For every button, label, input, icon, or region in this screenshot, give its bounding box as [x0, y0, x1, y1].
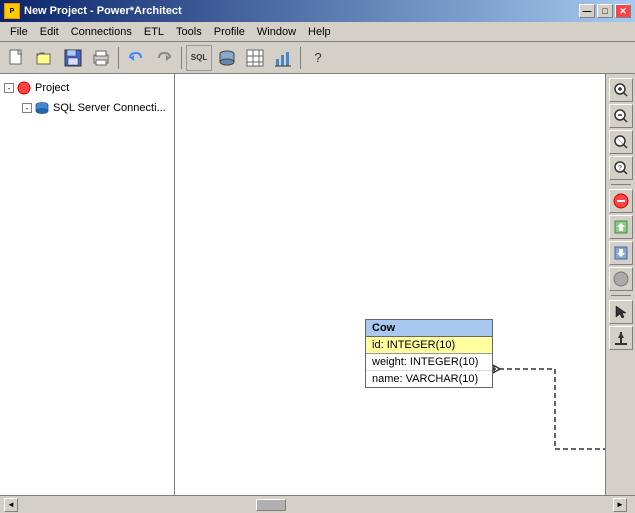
zoom-in-button[interactable]	[609, 78, 633, 102]
scroll-thumb[interactable]	[256, 499, 286, 511]
window-title: New Project - Power*Architect	[24, 5, 579, 17]
er-table-cow-field-weight: weight: INTEGER(10)	[366, 354, 492, 371]
menu-file[interactable]: File	[4, 24, 34, 40]
toolbar-chart-button[interactable]	[270, 45, 296, 71]
relationship-lines	[175, 74, 605, 495]
green-circle-button[interactable]	[609, 267, 633, 291]
right-sep1	[611, 184, 631, 185]
toolbar-help-button[interactable]: ?	[305, 45, 331, 71]
menu-tools[interactable]: Tools	[170, 24, 208, 40]
import-button[interactable]	[609, 241, 633, 265]
zoom-fit-button[interactable]	[609, 130, 633, 154]
er-table-cow-field-name: name: VARCHAR(10)	[366, 371, 492, 387]
toolbar-sep2	[181, 47, 182, 69]
window-controls: — □ ✕	[579, 4, 631, 18]
app-icon: P	[4, 3, 20, 19]
toolbar-sep1	[118, 47, 119, 69]
right-sep2	[611, 295, 631, 296]
menu-profile[interactable]: Profile	[208, 24, 251, 40]
tree-label-sqlserver: SQL Server Connecti...	[53, 102, 166, 114]
cursor-button[interactable]	[609, 300, 633, 324]
minimize-button[interactable]: —	[579, 4, 595, 18]
maximize-button[interactable]: □	[597, 4, 613, 18]
toolbar-undo-button[interactable]	[123, 45, 149, 71]
er-table-cow[interactable]: Cow id: INTEGER(10) weight: INTEGER(10) …	[365, 319, 493, 388]
right-tools-panel: ?	[605, 74, 635, 495]
toolbar: SQL ?	[0, 42, 635, 74]
status-bar: ◄ ►	[0, 495, 635, 513]
main-content: - Project - SQL Server Connecti...	[0, 74, 635, 495]
close-button[interactable]: ✕	[615, 4, 631, 18]
toolbar-open-button[interactable]	[32, 45, 58, 71]
tree-item-sqlserver[interactable]: - SQL Server Connecti...	[4, 98, 170, 118]
tree-item-project[interactable]: - Project	[4, 78, 170, 98]
toolbar-db-button[interactable]	[214, 45, 240, 71]
scroll-left-button[interactable]: ◄	[4, 498, 18, 512]
title-bar: P New Project - Power*Architect — □ ✕	[0, 0, 635, 22]
tree-label-project: Project	[35, 82, 69, 94]
menu-help[interactable]: Help	[302, 24, 337, 40]
toolbar-print-button[interactable]	[88, 45, 114, 71]
toolbar-redo-button[interactable]	[151, 45, 177, 71]
toolbar-new-button[interactable]	[4, 45, 30, 71]
project-tree: - Project - SQL Server Connecti...	[0, 74, 175, 495]
remove-button[interactable]	[609, 189, 633, 213]
menu-connections[interactable]: Connections	[65, 24, 138, 40]
svg-text:?: ?	[618, 165, 622, 172]
er-table-cow-header: Cow	[366, 320, 492, 337]
menu-bar: File Edit Connections ETL Tools Profile …	[0, 22, 635, 42]
er-table-cow-pk-id: id: INTEGER(10)	[366, 337, 492, 354]
toolbar-sep3	[300, 47, 301, 69]
project-icon	[16, 80, 32, 96]
menu-window[interactable]: Window	[251, 24, 302, 40]
menu-etl[interactable]: ETL	[138, 24, 170, 40]
er-table-cow-fields: weight: INTEGER(10) name: VARCHAR(10)	[366, 354, 492, 387]
zoom-out-button[interactable]	[609, 104, 633, 128]
tree-expand-project[interactable]: -	[4, 83, 14, 93]
menu-edit[interactable]: Edit	[34, 24, 65, 40]
toolbar-sql-button[interactable]: SQL	[186, 45, 212, 71]
toolbar-grid-button[interactable]	[242, 45, 268, 71]
canvas-area[interactable]: Cow id: INTEGER(10) weight: INTEGER(10) …	[175, 74, 605, 495]
toolbar-save-button[interactable]	[60, 45, 86, 71]
scroll-track[interactable]	[18, 499, 613, 511]
tree-expand-sqlserver[interactable]: -	[22, 103, 32, 113]
scroll-right-button[interactable]: ►	[613, 498, 627, 512]
export-button[interactable]	[609, 215, 633, 239]
insert-button[interactable]	[609, 326, 633, 350]
db-icon	[34, 100, 50, 116]
zoom-select-button[interactable]: ?	[609, 156, 633, 180]
